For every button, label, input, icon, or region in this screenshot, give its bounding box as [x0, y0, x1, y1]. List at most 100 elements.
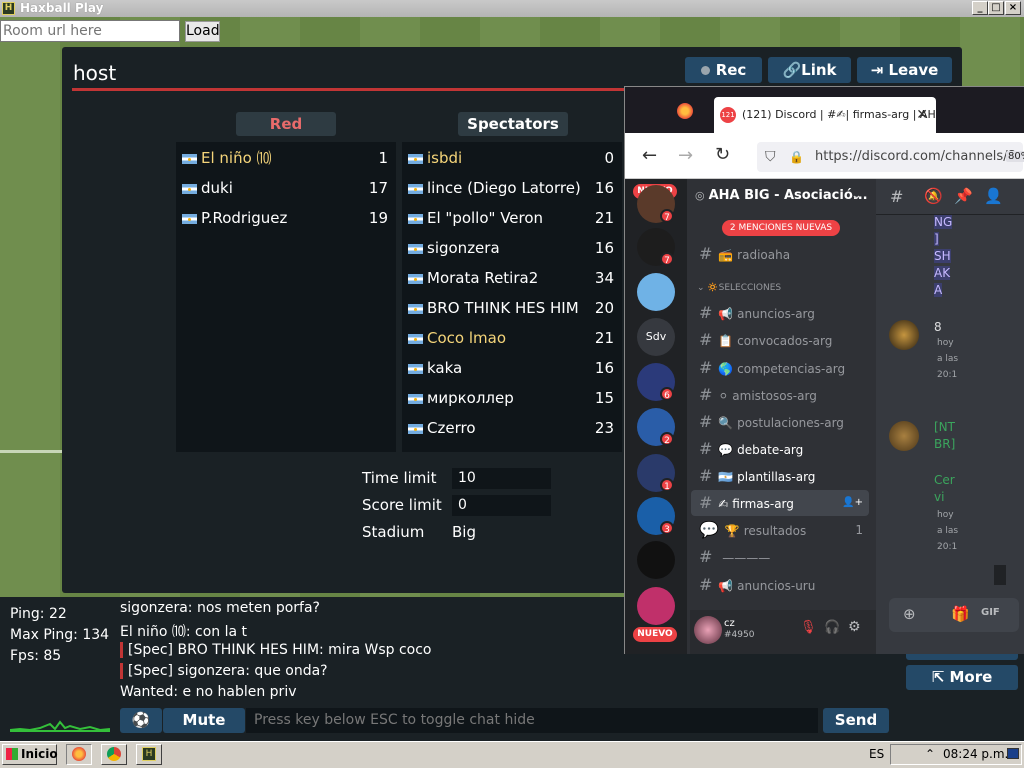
- server-icon[interactable]: [637, 587, 675, 625]
- player-row[interactable]: El "pollo" Veron 21: [402, 203, 622, 233]
- maximize-button[interactable]: □: [988, 1, 1004, 15]
- headphones-icon[interactable]: 🎧: [824, 620, 840, 635]
- chat-fragment: Cer: [934, 473, 955, 487]
- avatar[interactable]: [694, 616, 722, 644]
- hash-icon: #: [699, 244, 713, 263]
- tab-close-icon[interactable]: ✕: [916, 97, 928, 133]
- gif-icon[interactable]: GIF: [981, 607, 1000, 618]
- player-row[interactable]: Czerro 23: [402, 413, 622, 443]
- player-row[interactable]: мирколлер 15: [402, 383, 622, 413]
- channel-8[interactable]: # 🇦🇷 plantillas-arg: [691, 463, 869, 489]
- server-icon[interactable]: Sdv: [637, 318, 675, 356]
- time-limit-input[interactable]: 10: [452, 468, 551, 489]
- threads-icon[interactable]: #: [890, 187, 903, 206]
- firefox-taskbar-icon[interactable]: [66, 744, 92, 765]
- channel-3[interactable]: # 📋 convocados-arg: [691, 327, 869, 353]
- player-row[interactable]: duki 17: [176, 173, 396, 203]
- chrome-taskbar-icon[interactable]: [101, 744, 127, 765]
- forward-icon[interactable]: →: [678, 145, 693, 166]
- zoom-indicator[interactable]: 80%: [1006, 151, 1024, 162]
- channel-12[interactable]: # 📢 anuncios-uru: [691, 572, 869, 598]
- desktop-icon[interactable]: [1007, 748, 1019, 759]
- discord-tab[interactable]: 121 (121) Discord | #✍| firmas-arg | AHA…: [714, 97, 936, 133]
- channel-emoji-icon: ⚪: [718, 389, 729, 403]
- player-name: Coco lmao: [427, 329, 506, 347]
- firefox-icon[interactable]: [677, 103, 693, 119]
- settings-gear-icon[interactable]: ⚙: [848, 619, 861, 635]
- server-name: AHA BIG - Asociació...: [708, 188, 868, 203]
- player-row[interactable]: kaka 16: [402, 353, 622, 383]
- red-team-header[interactable]: Red: [236, 112, 336, 136]
- channel-5[interactable]: # ⚪ amistosos-arg: [691, 382, 869, 408]
- player-ping: 23: [594, 419, 614, 437]
- back-icon[interactable]: ←: [642, 145, 657, 166]
- category-selecciones[interactable]: ⌄ 🔅SELECCIONES: [697, 283, 781, 293]
- player-ping: 19: [368, 209, 388, 227]
- player-name: мирколлер: [427, 389, 514, 407]
- plus-icon[interactable]: ⊕: [903, 605, 916, 623]
- pin-icon[interactable]: 📌: [954, 187, 973, 205]
- player-row[interactable]: BRO THINK HES HIM 20: [402, 293, 622, 323]
- spectators-header[interactable]: Spectators: [458, 112, 568, 136]
- chat-message: El niño ⑽: con la t: [120, 624, 247, 640]
- gift-icon[interactable]: 🎁: [951, 605, 970, 623]
- argentina-flag-icon: [408, 274, 423, 284]
- score-limit-input[interactable]: 0: [452, 495, 551, 516]
- player-row[interactable]: Morata Retira2 34: [402, 263, 622, 293]
- channel-2[interactable]: # 📢 anuncios-arg: [691, 300, 869, 326]
- channel-10[interactable]: 💬 🏆 resultados 1: [691, 517, 869, 543]
- chat-message: sigonzera: nos meten porfa?: [120, 600, 320, 616]
- server-badge: 3: [660, 521, 674, 535]
- ball-icon-button[interactable]: ⚽: [120, 708, 162, 733]
- send-button[interactable]: Send: [823, 708, 889, 733]
- player-row[interactable]: lince (Diego Latorre) 16: [402, 173, 622, 203]
- channel-4[interactable]: # 🌎 competencias-arg: [691, 355, 869, 381]
- channel-emoji-icon: 📻: [718, 248, 734, 262]
- channel-7[interactable]: # 💬 debate-arg: [691, 436, 869, 462]
- channel-name: firmas-arg: [728, 497, 794, 511]
- more-button[interactable]: ⇱ More: [906, 665, 1018, 690]
- channel-11[interactable]: # ————: [691, 544, 869, 570]
- reload-icon[interactable]: ↻: [715, 144, 730, 165]
- channel-emoji-icon: 🏆: [724, 524, 740, 538]
- chat-input[interactable]: Press key below ESC to toggle chat hide: [246, 708, 818, 733]
- message-input[interactable]: ⊕ 🎁 GIF: [889, 598, 1019, 632]
- mute-button[interactable]: Mute: [163, 708, 245, 733]
- player-row[interactable]: Coco lmao 21: [402, 323, 622, 353]
- player-row[interactable]: isbdi 0: [402, 143, 622, 173]
- server-header[interactable]: ◎ AHA BIG - Asociació... ⌄: [695, 188, 875, 203]
- stadium-value[interactable]: Big: [452, 523, 476, 541]
- leave-button[interactable]: ⇥ Leave: [857, 57, 952, 83]
- start-button[interactable]: Inicio: [2, 744, 58, 765]
- mic-muted-icon[interactable]: 🎙: [800, 620, 817, 635]
- close-button[interactable]: ×: [1005, 1, 1021, 15]
- new-mentions-pill[interactable]: 2 MENCIONES NUEVAS: [722, 220, 840, 236]
- player-row[interactable]: sigonzera 16: [402, 233, 622, 263]
- invite-icon[interactable]: 👤+: [842, 490, 863, 516]
- chevron-down-icon[interactable]: ⌄: [851, 188, 862, 203]
- rec-button[interactable]: Rec: [685, 57, 762, 83]
- chat-scrollbar[interactable]: [994, 565, 1006, 585]
- load-button[interactable]: Load: [185, 21, 220, 42]
- link-button[interactable]: 🔗Link: [768, 57, 851, 83]
- rec-label: Rec: [715, 61, 747, 79]
- channel-1[interactable]: # 📻 radioaha: [691, 241, 869, 267]
- server-icon[interactable]: [637, 273, 675, 311]
- minimize-button[interactable]: _: [972, 1, 988, 15]
- argentina-flag-icon: [408, 394, 423, 404]
- url-bar[interactable]: ⛉ 🔒 https://discord.com/channels/8: [757, 142, 1023, 172]
- channel-6[interactable]: # 🔍 postulaciones-arg: [691, 409, 869, 435]
- channel-9[interactable]: # ✍ firmas-arg 👤+: [691, 490, 869, 516]
- haxball-taskbar-icon[interactable]: H: [136, 744, 162, 765]
- room-url-input[interactable]: [0, 20, 180, 42]
- language-indicator[interactable]: ES: [869, 745, 884, 764]
- fps-stat: Fps: 85: [10, 648, 62, 664]
- server-icon[interactable]: [637, 541, 675, 579]
- user-avatar[interactable]: [889, 421, 919, 451]
- player-row[interactable]: El niño ⑽ 1: [176, 143, 396, 173]
- tray-up-icon[interactable]: ⌃: [925, 745, 935, 764]
- mute-channel-icon[interactable]: 🔕: [924, 187, 943, 205]
- user-avatar[interactable]: [889, 320, 919, 350]
- player-row[interactable]: P.Rodriguez 19: [176, 203, 396, 233]
- member-list-icon[interactable]: 👤: [984, 187, 1003, 205]
